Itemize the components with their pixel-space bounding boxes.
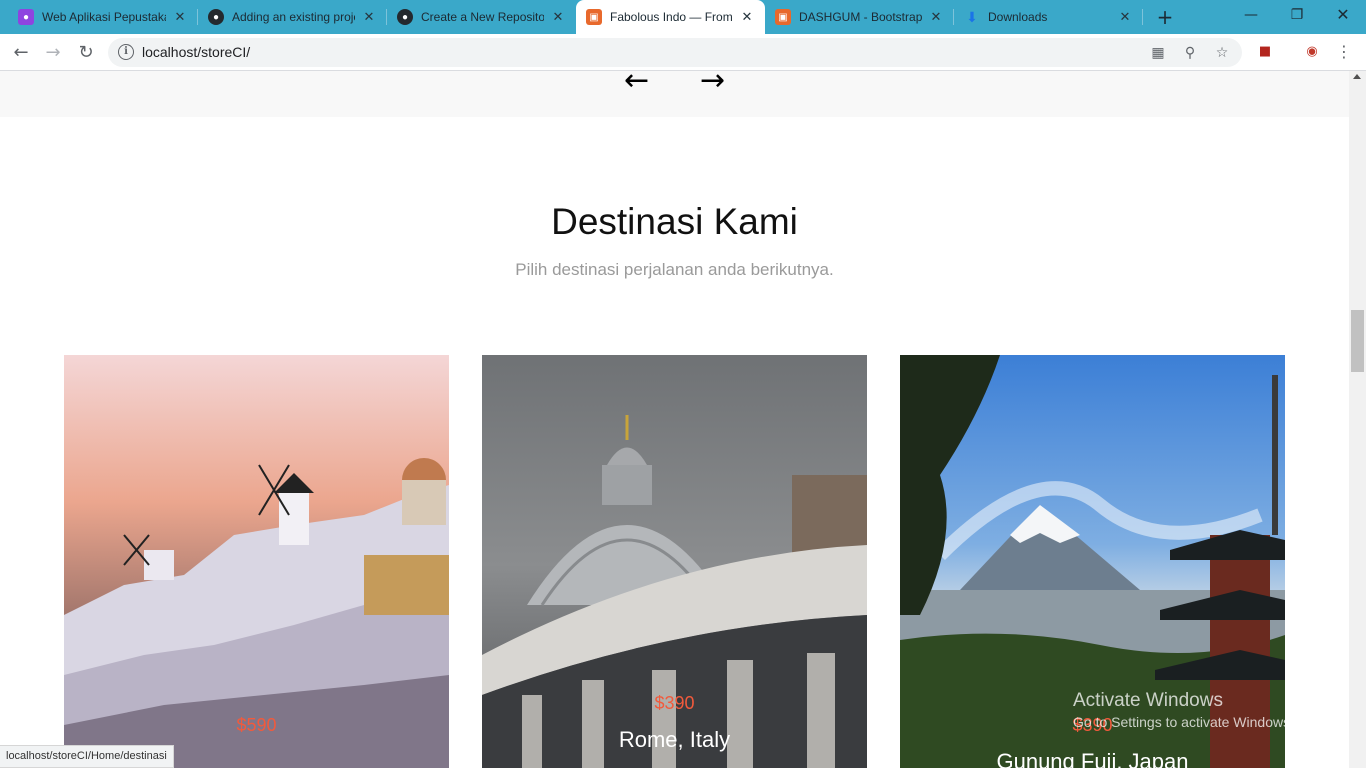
tab-title: Web Aplikasi Pepustakaan [42, 10, 166, 24]
tab-strip: ● Web Aplikasi Pepustakaan ✕ ● Adding an… [0, 0, 1366, 34]
carousel-strip: ← → [0, 71, 1349, 117]
close-icon[interactable]: ✕ [1117, 9, 1133, 25]
tab-title: Fabolous Indo — From [610, 10, 733, 24]
tab-title: Adding an existing project [232, 10, 355, 24]
new-tab-button[interactable]: + [1152, 4, 1178, 30]
watermark-title: Activate Windows [1073, 690, 1223, 711]
scroll-up-icon[interactable] [1353, 74, 1361, 79]
forward-button[interactable]: → [40, 40, 66, 66]
page-title: Destinasi Kami [551, 201, 798, 242]
prev-arrow-icon[interactable]: ← [624, 71, 649, 98]
activation-watermark: Activate Windows Go to Settings to activ… [1073, 690, 1294, 730]
tab-separator [1142, 9, 1143, 25]
destination-card[interactable]: $390 Rome, Italy [482, 355, 867, 768]
tab-title: DASHGUM - Bootstrap [799, 10, 922, 24]
translate-icon[interactable]: ▦ [1148, 43, 1168, 63]
scrollbar-thumb[interactable] [1351, 310, 1364, 372]
address-url[interactable]: localhost/storeCI/ [142, 44, 250, 60]
close-icon[interactable]: ✕ [172, 9, 188, 25]
destination-name: Rome, Italy [618, 727, 731, 752]
destination-image-santorini [64, 355, 449, 768]
info-icon[interactable]: i [118, 44, 134, 60]
close-icon[interactable]: ✕ [550, 9, 566, 25]
tab-title: Create a New Repository [421, 10, 544, 24]
tab-title: Downloads [988, 10, 1048, 24]
tab-downloads[interactable]: ⬇ Downloads ✕ [954, 0, 1143, 34]
page-viewport: ← → Destinasi Kami Pilih destinasi perja… [0, 71, 1349, 768]
watermark-subtitle: Go to Settings to activate Windows. [1073, 714, 1294, 730]
destination-name: Gunung Fuji, Japan [996, 749, 1189, 768]
app-icon: ▣ [586, 9, 602, 25]
next-arrow-icon[interactable]: → [700, 71, 725, 98]
avatar[interactable]: ◉ [1300, 40, 1324, 64]
close-icon[interactable]: ✕ [739, 9, 755, 25]
github-icon: ● [208, 9, 224, 25]
page-subtitle: Pilih destinasi perjalanan anda berikutn… [515, 260, 834, 279]
status-bar-url: localhost/storeCI/Home/destinasi [0, 745, 174, 768]
minimize-button[interactable]: — [1228, 0, 1274, 30]
back-button[interactable]: ← [8, 40, 34, 66]
pdf-extension-icon[interactable]: ■ [1253, 40, 1277, 64]
github-icon: ● [397, 9, 413, 25]
menu-icon[interactable]: ⋮ [1332, 40, 1356, 64]
destination-price: $390 [654, 693, 695, 713]
tab-create-repo[interactable]: ● Create a New Repository ✕ [387, 0, 576, 34]
tab-dashgum[interactable]: ▣ DASHGUM - Bootstrap ✕ [765, 0, 954, 34]
destination-card[interactable]: $590 [64, 355, 449, 768]
tab-adding-existing[interactable]: ● Adding an existing project ✕ [198, 0, 387, 34]
zoom-icon[interactable]: ⚲ [1180, 43, 1200, 63]
tab-fabolous-indo[interactable]: ▣ Fabolous Indo — From ✕ [576, 0, 765, 34]
browser-toolbar: ← → ↻ i localhost/storeCI/ ▦ ⚲ ☆ ■ ◉ ⋮ [0, 34, 1366, 71]
address-bar[interactable]: i localhost/storeCI/ ▦ ⚲ ☆ [108, 38, 1242, 67]
vertical-scrollbar[interactable] [1349, 71, 1366, 768]
close-window-button[interactable]: ✕ [1320, 0, 1366, 30]
user-icon: ● [18, 9, 34, 25]
tab-web-aplikasi[interactable]: ● Web Aplikasi Pepustakaan ✕ [8, 0, 198, 34]
download-icon: ⬇ [966, 8, 978, 25]
close-icon[interactable]: ✕ [361, 9, 377, 25]
destination-price: $590 [236, 715, 277, 735]
bookmark-star-icon[interactable]: ☆ [1212, 43, 1232, 63]
restore-button[interactable]: ❐ [1274, 0, 1320, 30]
reload-button[interactable]: ↻ [73, 40, 99, 66]
app-icon: ▣ [775, 9, 791, 25]
close-icon[interactable]: ✕ [928, 9, 944, 25]
